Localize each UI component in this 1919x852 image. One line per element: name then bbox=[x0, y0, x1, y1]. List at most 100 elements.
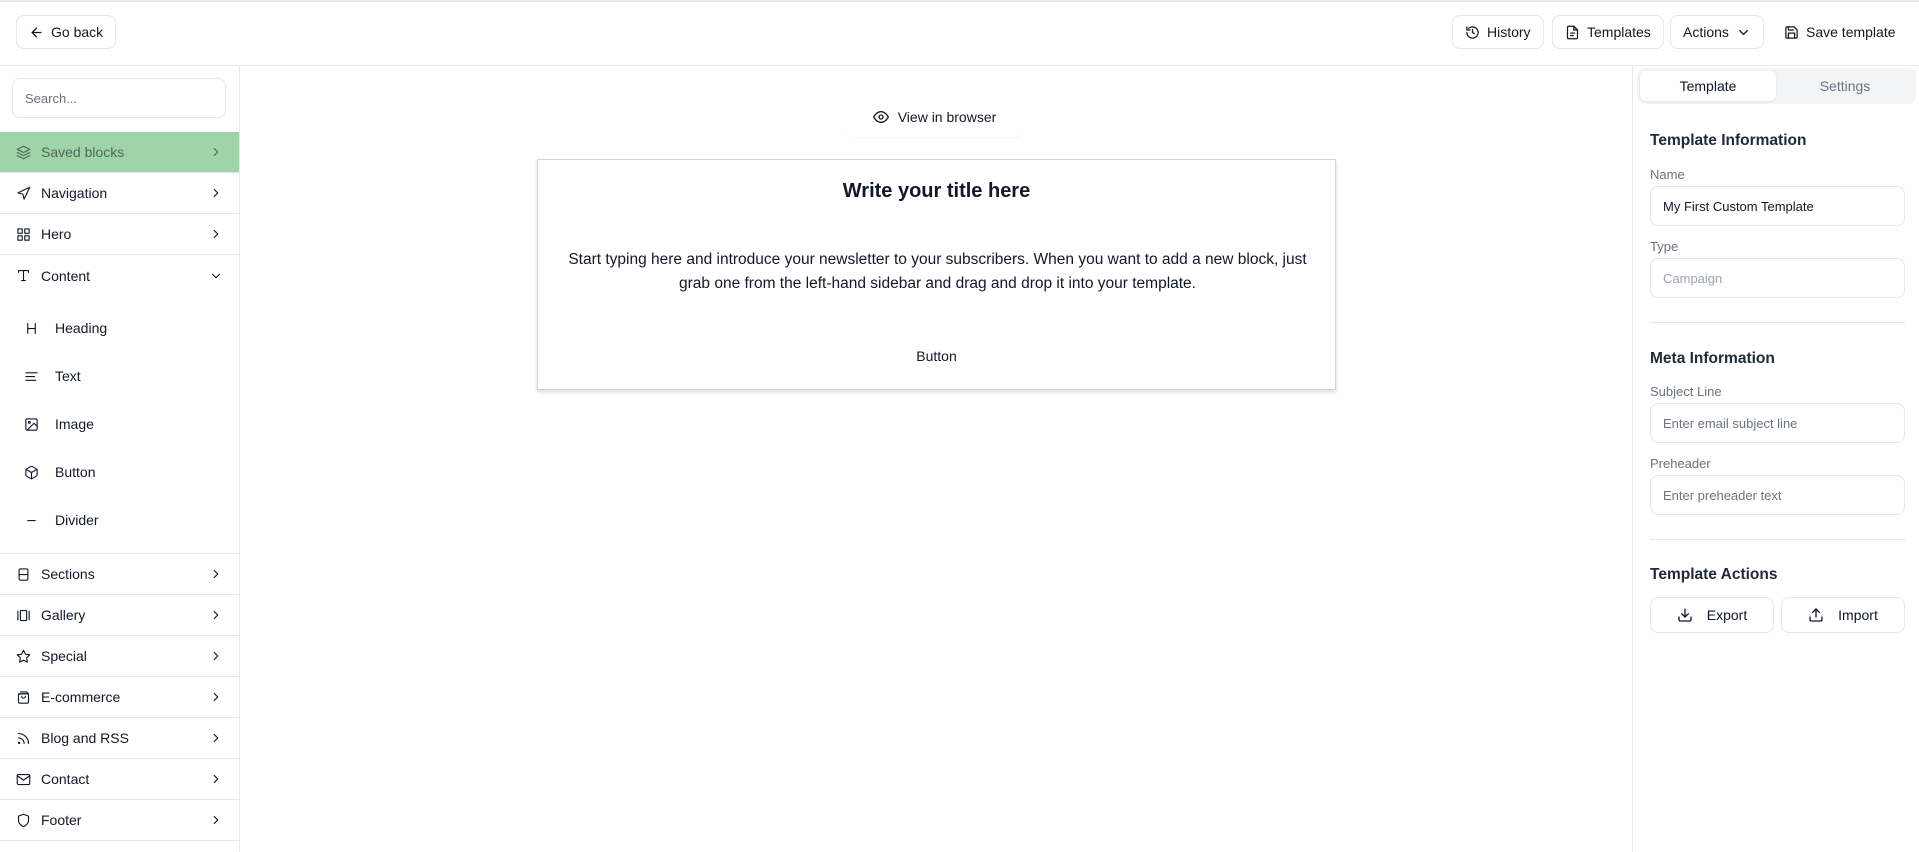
view-in-browser-label: View in browser bbox=[897, 108, 997, 125]
top-toolbar: Go back History Templates Actions Save t… bbox=[0, 0, 1919, 66]
block-label: Text bbox=[55, 368, 81, 384]
sidebar-item-label: Saved blocks bbox=[41, 144, 125, 160]
eye-icon bbox=[872, 110, 889, 123]
import-button[interactable]: Import bbox=[1781, 597, 1905, 633]
export-button[interactable]: Export bbox=[1650, 597, 1774, 633]
sidebar-item-label: Hero bbox=[41, 226, 72, 242]
sidebar-item-label: E-commerce bbox=[41, 689, 121, 705]
upload-icon bbox=[1809, 608, 1823, 622]
sections-icon bbox=[18, 567, 29, 581]
block-image[interactable]: Image bbox=[0, 404, 239, 444]
sidebar-item-label: Blog and RSS bbox=[41, 730, 129, 746]
sidebar-item-hero[interactable]: Hero bbox=[0, 214, 239, 255]
sidebar-item-navigation[interactable]: Navigation bbox=[0, 173, 239, 214]
sidebar-item-special[interactable]: Special bbox=[0, 636, 239, 677]
tab-settings[interactable]: Settings bbox=[1777, 71, 1913, 101]
actions-dropdown[interactable]: Actions bbox=[1670, 15, 1764, 49]
sidebar-item-saved-blocks[interactable]: Saved blocks bbox=[0, 132, 239, 173]
block-label: Heading bbox=[55, 320, 108, 336]
sidebar-item-label: Content bbox=[41, 267, 91, 284]
navigation-icon bbox=[17, 186, 31, 200]
go-back-button[interactable]: Go back bbox=[16, 15, 117, 49]
view-in-browser-button[interactable]: View in browser bbox=[846, 96, 1023, 138]
gallery-icon bbox=[17, 609, 30, 621]
grid-icon bbox=[17, 227, 30, 241]
email-button[interactable]: Button bbox=[538, 348, 1335, 364]
arrow-left-icon bbox=[31, 27, 42, 37]
chevron-right-icon bbox=[213, 733, 219, 743]
block-text[interactable]: Text bbox=[0, 356, 239, 396]
history-icon bbox=[1466, 25, 1479, 39]
chevron-right-icon bbox=[213, 229, 219, 239]
block-heading[interactable]: Heading bbox=[0, 308, 239, 348]
chevron-right-icon bbox=[213, 692, 219, 702]
save-template-button[interactable]: Save template bbox=[1772, 15, 1908, 49]
sidebar-item-label: Navigation bbox=[41, 185, 108, 201]
file-icon bbox=[1566, 25, 1579, 39]
chevron-down-icon bbox=[1739, 29, 1748, 35]
history-button[interactable]: History bbox=[1452, 15, 1544, 49]
import-label: Import bbox=[1838, 607, 1878, 623]
chevron-right-icon bbox=[213, 610, 219, 620]
panel-tabs: Template Settings bbox=[1637, 68, 1916, 104]
email-body-text[interactable]: Start typing here and introduce your new… bbox=[562, 248, 1313, 296]
name-label: Name bbox=[1650, 167, 1685, 182]
chevron-right-icon bbox=[213, 815, 219, 825]
sidebar-item-label: Special bbox=[41, 648, 87, 664]
shield-icon bbox=[17, 813, 30, 827]
template-information-heading: Template Information bbox=[1650, 132, 1807, 149]
sidebar-item-footer[interactable]: Footer bbox=[0, 800, 239, 841]
box-icon bbox=[25, 465, 38, 479]
actions-label: Actions bbox=[1683, 24, 1729, 40]
sidebar-item-e-commerce[interactable]: E-commerce bbox=[0, 677, 239, 718]
type-input bbox=[1650, 258, 1905, 298]
block-divider[interactable]: Divider bbox=[0, 500, 239, 540]
layers-icon bbox=[16, 145, 31, 159]
template-settings-panel: Template Settings Template Information N… bbox=[1632, 66, 1919, 852]
name-input[interactable] bbox=[1650, 186, 1905, 226]
sidebar-item-blog-rss[interactable]: Blog and RSS bbox=[0, 718, 239, 759]
history-label: History bbox=[1487, 24, 1531, 40]
block-button[interactable]: Button bbox=[0, 452, 239, 492]
sidebar-item-gallery[interactable]: Gallery bbox=[0, 595, 239, 636]
templates-label: Templates bbox=[1587, 24, 1651, 40]
save-icon bbox=[1785, 25, 1798, 39]
sidebar-item-label: Sections bbox=[41, 566, 95, 582]
section-divider bbox=[1650, 539, 1905, 540]
preheader-input[interactable] bbox=[1650, 475, 1905, 515]
go-back-label: Go back bbox=[51, 24, 104, 40]
rss-icon bbox=[17, 732, 30, 744]
mail-icon bbox=[16, 773, 31, 785]
chevron-down-icon bbox=[211, 273, 221, 278]
shopping-bag-icon bbox=[17, 690, 30, 704]
chevron-right-icon bbox=[213, 774, 219, 784]
editor-canvas: View in browser Write your title here St… bbox=[240, 66, 1632, 852]
sidebar-item-label: Gallery bbox=[41, 607, 86, 623]
templates-button[interactable]: Templates bbox=[1552, 15, 1664, 49]
subject-line-input[interactable] bbox=[1650, 403, 1905, 443]
email-template-preview[interactable]: Write your title here Start typing here … bbox=[537, 159, 1336, 390]
block-label: Button bbox=[55, 464, 96, 480]
heading-icon bbox=[27, 322, 36, 334]
tab-template[interactable]: Template bbox=[1640, 71, 1776, 101]
block-label: Image bbox=[55, 416, 94, 432]
sidebar-item-label: Footer bbox=[41, 812, 82, 828]
section-divider bbox=[1650, 322, 1905, 323]
sidebar-item-content[interactable]: Content bbox=[0, 255, 239, 296]
email-title[interactable]: Write your title here bbox=[538, 180, 1335, 203]
block-label: Divider bbox=[55, 512, 99, 528]
download-icon bbox=[1678, 608, 1692, 622]
subject-line-label: Subject Line bbox=[1650, 384, 1722, 399]
chevron-right-icon bbox=[213, 188, 219, 198]
image-icon bbox=[25, 417, 38, 431]
save-template-label: Save template bbox=[1806, 24, 1896, 40]
search-input[interactable] bbox=[12, 78, 226, 118]
sidebar-item-sections[interactable]: Sections bbox=[0, 554, 239, 595]
text-lines-icon bbox=[25, 371, 38, 381]
type-label: Type bbox=[1650, 239, 1679, 254]
sidebar-item-label: Contact bbox=[41, 771, 90, 787]
sidebar-item-contact[interactable]: Contact bbox=[0, 759, 239, 800]
meta-information-heading: Meta Information bbox=[1650, 350, 1775, 367]
star-icon bbox=[16, 649, 31, 663]
template-actions-heading: Template Actions bbox=[1650, 566, 1778, 583]
